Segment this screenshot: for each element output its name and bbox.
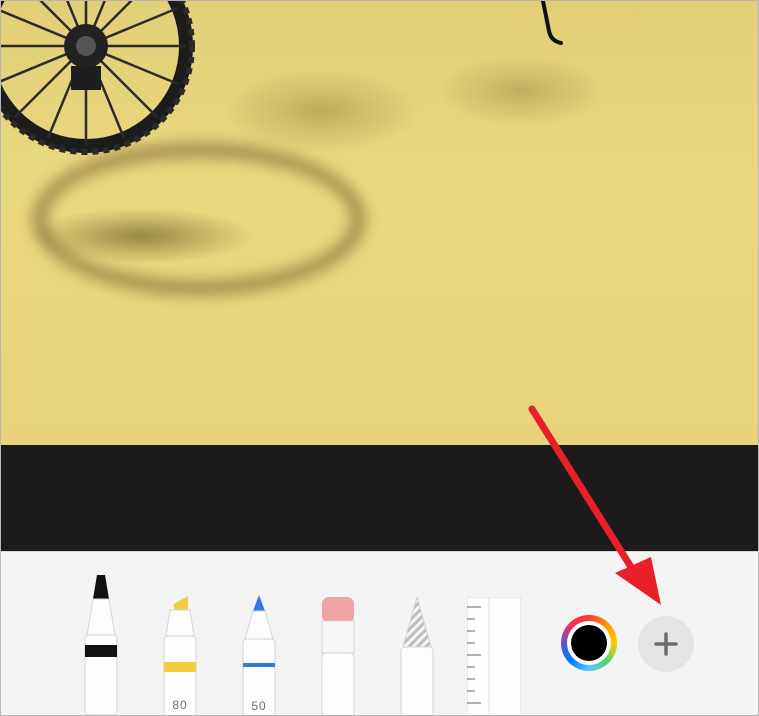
screen: 80 50 [0, 0, 759, 716]
stand-leg-image [541, 1, 563, 45]
color-picker-button[interactable] [561, 615, 617, 671]
pen-icon [84, 575, 118, 715]
eraser-icon [321, 597, 355, 715]
pencil-tool[interactable]: 50 [239, 595, 279, 715]
marker-opacity-label: 80 [172, 698, 188, 712]
pen-tool[interactable] [81, 575, 121, 715]
marker-tool[interactable]: 80 [160, 596, 200, 715]
eraser-tool[interactable] [318, 597, 358, 715]
lasso-tool[interactable] [397, 597, 437, 715]
wheel-shadow [31, 141, 367, 297]
ruler-icon [467, 597, 521, 715]
selected-color-swatch [571, 625, 607, 661]
add-button[interactable] [638, 616, 694, 672]
bicycle-wheel-image [1, 1, 195, 155]
pencil-opacity-label: 50 [251, 699, 267, 713]
photo-canvas[interactable] [1, 1, 758, 445]
lasso-icon [400, 597, 434, 715]
ruler-tool[interactable] [467, 597, 521, 715]
letterbox-band [1, 445, 758, 551]
pencil-icon [242, 595, 276, 715]
plus-icon [638, 616, 694, 672]
